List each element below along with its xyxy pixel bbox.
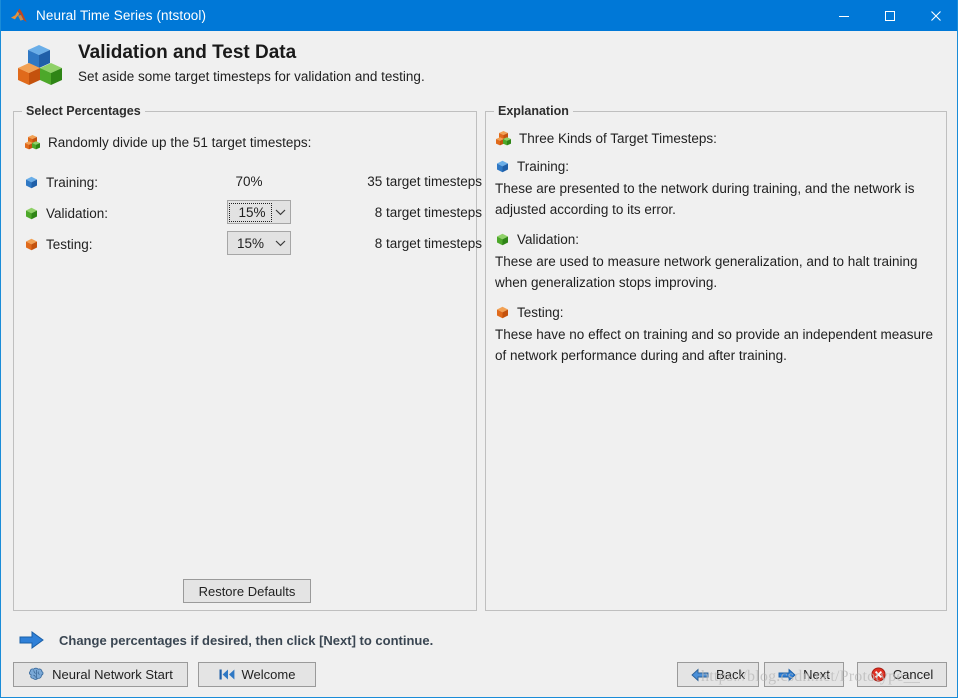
status-message-text: Change percentages if desired, then clic… xyxy=(59,632,434,648)
back-button[interactable]: Back xyxy=(677,662,759,687)
red-x-circle-icon xyxy=(871,667,886,682)
minimize-icon xyxy=(839,15,849,17)
chevron-down-icon xyxy=(270,239,290,247)
next-label: Next xyxy=(803,667,830,682)
validation-percentage-value: 15% xyxy=(229,202,272,222)
back-label: Back xyxy=(716,667,745,682)
three-cubes-small-icon xyxy=(496,131,511,146)
explanation-training-label: Training: xyxy=(517,159,570,174)
divide-description-text: Randomly divide up the 51 target timeste… xyxy=(48,135,312,150)
next-button[interactable]: Next xyxy=(764,662,844,687)
maximize-button[interactable] xyxy=(867,0,913,31)
training-row: Training: 70% 35 target timesteps xyxy=(24,169,482,195)
maximize-icon xyxy=(885,10,895,21)
page-title: Validation and Test Data xyxy=(78,42,297,63)
explanation-panel: Explanation Three Kinds of Target Timest… xyxy=(485,104,947,611)
training-timesteps-count: 35 target timesteps xyxy=(367,174,482,189)
orange-cube-icon xyxy=(26,238,37,250)
three-cubes-small-icon xyxy=(25,135,40,150)
testing-timesteps-count: 8 target timesteps xyxy=(374,236,482,251)
validation-percentage-select[interactable]: 15% xyxy=(227,200,291,224)
explanation-legend: Explanation xyxy=(494,104,573,118)
select-percentages-panel: Select Percentages Randomly divide up th… xyxy=(13,104,482,611)
restore-defaults-button[interactable]: Restore Defaults xyxy=(183,579,311,603)
restore-defaults-label: Restore Defaults xyxy=(198,583,296,599)
testing-percentage-select[interactable]: 15% xyxy=(227,231,291,255)
testing-percentage-value: 15% xyxy=(236,235,265,251)
minimize-button[interactable] xyxy=(821,0,867,31)
validation-label-group: Validation: xyxy=(24,200,108,226)
blue-right-arrow-icon xyxy=(778,667,796,682)
title-bar: Neural Time Series (ntstool) xyxy=(1,0,957,31)
close-button[interactable] xyxy=(913,0,957,31)
cancel-button[interactable]: Cancel xyxy=(857,662,947,687)
explanation-validation-heading: Validation: xyxy=(495,232,938,247)
explanation-training-body: These are presented to the network durin… xyxy=(495,181,915,217)
status-message: Change percentages if desired, then clic… xyxy=(19,630,433,650)
neural-network-start-button[interactable]: Neural Network Start xyxy=(13,662,188,687)
brain-icon xyxy=(29,667,44,680)
window-title: Neural Time Series (ntstool) xyxy=(36,8,207,23)
testing-row: Testing: 15% 8 target timesteps xyxy=(24,231,482,257)
validation-row: Validation: 15% 8 target timesteps xyxy=(24,200,482,226)
training-label: Training: xyxy=(46,174,99,190)
divide-description: Randomly divide up the 51 target timeste… xyxy=(24,134,311,151)
validation-label: Validation: xyxy=(46,205,109,221)
page-subtitle: Set aside some target timesteps for vali… xyxy=(78,69,425,84)
select-percentages-legend: Select Percentages xyxy=(22,104,145,118)
explanation-validation-label: Validation: xyxy=(517,232,580,247)
explanation-testing-label: Testing: xyxy=(517,305,564,320)
green-cube-icon xyxy=(497,233,508,246)
blue-cube-icon xyxy=(497,160,508,173)
explanation-testing-body: These have no effect on training and so … xyxy=(495,327,934,363)
explanation-testing-heading: Testing: xyxy=(495,305,938,320)
testing-label-group: Testing: xyxy=(24,231,93,257)
close-icon xyxy=(931,10,941,21)
explanation-validation-body: These are used to measure network genera… xyxy=(495,254,918,290)
orange-cube-icon xyxy=(497,306,508,319)
testing-label: Testing: xyxy=(46,236,93,252)
welcome-button[interactable]: Welcome xyxy=(198,662,316,687)
blue-left-arrow-icon xyxy=(691,667,709,682)
ntstool-window: Neural Time Series (ntstool) Validation … xyxy=(0,0,958,698)
rewind-to-start-icon xyxy=(219,669,234,680)
green-cube-icon xyxy=(26,207,37,219)
blue-cube-icon xyxy=(26,176,37,188)
training-label-group: Training: xyxy=(24,169,98,195)
explanation-intro: Three Kinds of Target Timesteps: xyxy=(495,130,938,147)
header-text-group: Validation and Test Data Set aside some … xyxy=(78,42,425,85)
page-header: Validation and Test Data Set aside some … xyxy=(2,31,957,96)
explanation-intro-text: Three Kinds of Target Timesteps: xyxy=(519,131,717,146)
cancel-label: Cancel xyxy=(892,667,934,682)
welcome-label: Welcome xyxy=(241,667,296,682)
explanation-body: Three Kinds of Target Timesteps: Trainin… xyxy=(495,130,938,366)
three-cubes-icon xyxy=(18,44,62,85)
blue-right-arrow-icon xyxy=(19,631,44,649)
chevron-down-icon xyxy=(270,208,290,216)
explanation-training-heading: Training: xyxy=(495,159,938,174)
matlab-membrane-icon xyxy=(11,8,27,22)
neural-network-start-label: Neural Network Start xyxy=(52,667,173,682)
training-percentage-value: 70% xyxy=(235,174,263,189)
validation-timesteps-count: 8 target timesteps xyxy=(374,205,482,220)
